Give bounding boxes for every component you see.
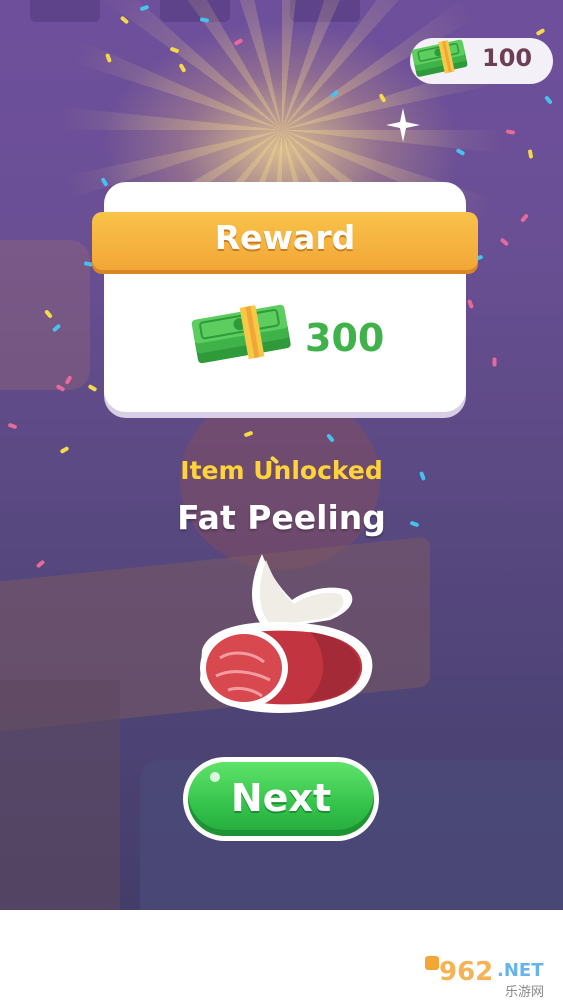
meat-with-fat-icon <box>200 554 373 713</box>
next-button-face[interactable]: Next <box>188 762 374 836</box>
item-name: Fat Peeling <box>177 498 386 537</box>
site-logo: 962 .NET 乐游网 <box>425 956 544 998</box>
next-button[interactable]: Next <box>183 757 379 841</box>
next-button-label[interactable]: Next <box>188 776 374 820</box>
svg-text:962: 962 <box>439 957 493 987</box>
background-counter <box>0 680 120 910</box>
reward-amount: 300 <box>305 316 385 360</box>
cash-stack-icon <box>411 39 468 77</box>
reward-title: Reward <box>214 218 356 257</box>
confetti-piece <box>35 559 46 569</box>
sparkle-icon <box>386 108 420 142</box>
coin-count: 100 <box>482 44 533 72</box>
svg-text:乐游网: 乐游网 <box>505 985 544 998</box>
svg-text:.NET: .NET <box>497 960 544 981</box>
confetti-piece <box>492 357 497 367</box>
cash-stack-icon <box>191 304 291 364</box>
item-unlocked-label: Item Unlocked <box>180 456 383 485</box>
